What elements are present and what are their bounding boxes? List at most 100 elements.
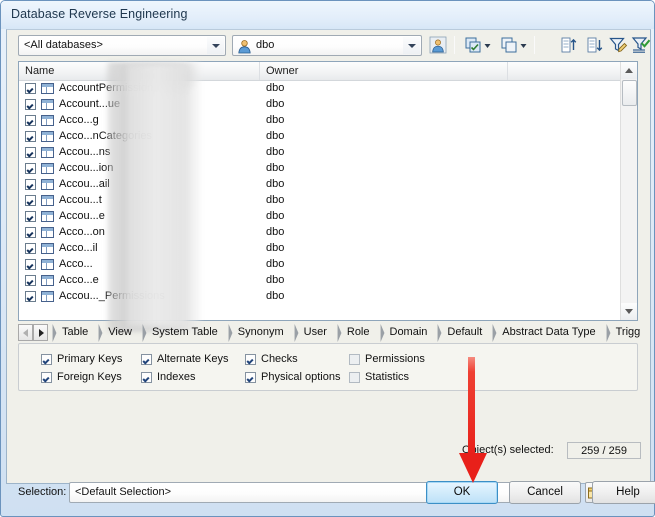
table-icon <box>41 243 54 254</box>
tab-default[interactable]: Default <box>436 323 491 342</box>
checkbox-icon[interactable] <box>349 354 360 365</box>
chevron-down-icon[interactable] <box>403 37 420 54</box>
tab-user[interactable]: User <box>293 323 336 342</box>
row-checkbox-icon[interactable] <box>25 131 36 142</box>
dialog-window: Database Reverse Engineering <All databa… <box>0 0 655 517</box>
table-icon <box>41 259 54 270</box>
table-owner: dbo <box>266 194 285 206</box>
row-checkbox-icon[interactable] <box>25 243 36 254</box>
table-name: AccountPermission <box>59 82 154 94</box>
scrollbar-thumb[interactable] <box>622 80 637 106</box>
table-row[interactable]: Accou...ion dbo <box>19 161 622 177</box>
database-combo[interactable]: <All databases> <box>18 35 226 56</box>
tab-synonym[interactable]: Synonym <box>227 323 293 342</box>
owner-combo[interactable]: dbo <box>232 35 422 56</box>
select-all-dropdown[interactable] <box>481 34 492 56</box>
tab-scroll-next-button[interactable] <box>33 324 48 341</box>
tab-system-table[interactable]: System Table <box>141 323 227 342</box>
checkbox-icon[interactable] <box>41 354 52 365</box>
selection-label: Selection: <box>18 486 67 498</box>
table-name: Acco...e <box>59 274 99 286</box>
row-checkbox-icon[interactable] <box>25 227 36 238</box>
tab-trigg[interactable]: Trigg <box>605 323 650 342</box>
option-label: Physical options <box>261 371 341 383</box>
list-vertical-scrollbar[interactable] <box>620 62 637 320</box>
table-row[interactable]: Accou..._Permissions dbo <box>19 289 622 305</box>
row-checkbox-icon[interactable] <box>25 147 36 158</box>
table-row[interactable]: Acco...on dbo <box>19 225 622 241</box>
table-row[interactable]: Accou...ail dbo <box>19 177 622 193</box>
table-row[interactable]: Accou...e dbo <box>19 209 622 225</box>
table-owner: dbo <box>266 290 285 302</box>
checkbox-icon[interactable] <box>41 372 52 383</box>
table-row[interactable]: AccountPermission dbo <box>19 81 622 97</box>
table-row[interactable]: Acco... dbo <box>19 257 622 273</box>
option-label: Checks <box>261 353 298 365</box>
table-row[interactable]: Acco...il dbo <box>19 241 622 257</box>
sort-descending-button[interactable] <box>584 34 606 56</box>
selection-combo[interactable]: <Default Selection> <box>69 482 581 503</box>
table-icon <box>41 115 54 126</box>
table-owner: dbo <box>266 146 285 158</box>
table-name: Accou..._Permissions <box>59 290 165 302</box>
toolbar-separator <box>534 36 535 54</box>
scroll-up-icon[interactable] <box>621 62 637 79</box>
apply-filter-button[interactable] <box>630 34 652 56</box>
tab-abstract-data-type[interactable]: Abstract Data Type <box>491 323 604 342</box>
table-name: Accou...e <box>59 210 105 222</box>
row-checkbox-icon[interactable] <box>25 211 36 222</box>
help-button[interactable]: Help <box>592 481 655 504</box>
table-icon <box>41 291 54 302</box>
column-header-name[interactable]: Name <box>19 62 260 80</box>
list-header: Name Owner <box>19 62 637 81</box>
row-checkbox-icon[interactable] <box>25 275 36 286</box>
tab-table[interactable]: Table <box>51 323 97 342</box>
row-checkbox-icon[interactable] <box>25 259 36 270</box>
table-row[interactable]: Acco...nCategories dbo <box>19 129 622 145</box>
table-owner: dbo <box>266 98 285 110</box>
select-owner-button[interactable] <box>427 34 449 56</box>
tab-scroll-prev-button[interactable] <box>18 324 33 341</box>
tab-domain[interactable]: Domain <box>379 323 437 342</box>
checkbox-icon[interactable] <box>349 372 360 383</box>
scroll-down-icon[interactable] <box>621 303 637 320</box>
edit-filter-button[interactable] <box>607 34 629 56</box>
chevron-down-icon[interactable] <box>207 37 224 54</box>
table-name: Account...ue <box>59 98 121 110</box>
cancel-button[interactable]: Cancel <box>509 481 581 504</box>
object-type-tabs[interactable]: Table View System Table Synonym User Role Doma… <box>18 322 640 343</box>
table-row[interactable]: Acco...e dbo <box>19 273 622 289</box>
deselect-all-dropdown[interactable] <box>517 34 528 56</box>
table-icon <box>41 195 54 206</box>
table-row[interactable]: Account...ue dbo <box>19 97 622 113</box>
row-checkbox-icon[interactable] <box>25 115 36 126</box>
option-label: Permissions <box>365 353 425 365</box>
tab-role[interactable]: Role <box>336 323 379 342</box>
object-list[interactable]: Name Owner AccountPermission dbo Account..… <box>18 61 638 332</box>
option-label: Indexes <box>157 371 196 383</box>
option-label: Alternate Keys <box>157 353 229 365</box>
table-row[interactable]: Acco...g dbo <box>19 113 622 129</box>
checkbox-icon[interactable] <box>245 372 256 383</box>
sort-ascending-button[interactable] <box>558 34 580 56</box>
list-rows[interactable]: AccountPermission dbo Account...ue dbo Acco.… <box>19 81 622 321</box>
table-icon <box>41 83 54 94</box>
row-checkbox-icon[interactable] <box>25 163 36 174</box>
table-name: Accou...ail <box>59 178 110 190</box>
table-row[interactable]: Accou...t dbo <box>19 193 622 209</box>
row-checkbox-icon[interactable] <box>25 83 36 94</box>
table-icon <box>41 99 54 110</box>
table-owner: dbo <box>266 130 285 142</box>
row-checkbox-icon[interactable] <box>25 195 36 206</box>
toolbar: <All databases> dbo <box>7 30 652 61</box>
checkbox-icon[interactable] <box>141 354 152 365</box>
tab-view[interactable]: View <box>97 323 141 342</box>
column-header-owner[interactable]: Owner <box>260 62 508 80</box>
table-icon <box>41 147 54 158</box>
checkbox-icon[interactable] <box>245 354 256 365</box>
row-checkbox-icon[interactable] <box>25 179 36 190</box>
row-checkbox-icon[interactable] <box>25 291 36 302</box>
checkbox-icon[interactable] <box>141 372 152 383</box>
row-checkbox-icon[interactable] <box>25 99 36 110</box>
table-row[interactable]: Accou...ns dbo <box>19 145 622 161</box>
